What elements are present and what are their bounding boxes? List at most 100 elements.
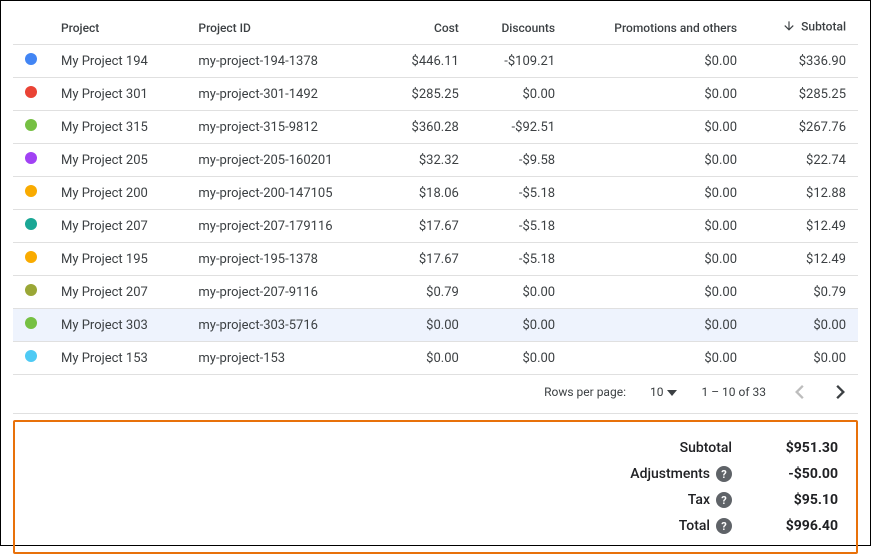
subtotal-cell: $22.74 [749, 144, 858, 177]
project-id-cell: my-project-315-9812 [186, 111, 382, 144]
project-cell: My Project 153 [49, 342, 186, 375]
col-promotions[interactable]: Promotions and others [567, 11, 749, 45]
cost-cell: $17.67 [382, 210, 470, 243]
table-row[interactable]: My Project 303my-project-303-5716$0.00$0… [13, 309, 858, 342]
promotions-cell: $0.00 [567, 144, 749, 177]
subtotal-cell: $0.00 [749, 342, 858, 375]
rows-per-page-label: Rows per page: [544, 385, 626, 399]
discounts-cell: -$92.51 [471, 111, 567, 144]
promotions-cell: $0.00 [567, 177, 749, 210]
project-id-cell: my-project-207-179116 [186, 210, 382, 243]
table-row[interactable]: My Project 205my-project-205-160201$32.3… [13, 144, 858, 177]
totals-tax-value: $95.10 [748, 492, 838, 508]
subtotal-cell: $12.49 [749, 243, 858, 276]
totals-tax-label: Tax [688, 492, 710, 508]
discounts-cell: -$5.18 [471, 177, 567, 210]
totals-adjustments-row: Adjustments ? -$50.00 [538, 466, 838, 482]
promotions-cell: $0.00 [567, 309, 749, 342]
table-row[interactable]: My Project 153my-project-153$0.00$0.00$0… [13, 342, 858, 375]
project-cell: My Project 195 [49, 243, 186, 276]
color-dot-cell [13, 111, 49, 144]
totals-total-value: $996.40 [748, 518, 838, 534]
color-dot [25, 53, 37, 65]
discounts-cell: $0.00 [471, 309, 567, 342]
discounts-cell: $0.00 [471, 78, 567, 111]
cost-cell: $18.06 [382, 177, 470, 210]
table-row[interactable]: My Project 315my-project-315-9812$360.28… [13, 111, 858, 144]
color-dot-cell [13, 177, 49, 210]
totals-subtotal-value: $951.30 [748, 440, 838, 456]
discounts-cell: $0.00 [471, 276, 567, 309]
prev-page-button[interactable] [790, 383, 808, 401]
table-row[interactable]: My Project 207my-project-207-179116$17.6… [13, 210, 858, 243]
help-icon[interactable]: ? [716, 492, 732, 508]
subtotal-cell: $267.76 [749, 111, 858, 144]
subtotal-cell: $0.00 [749, 309, 858, 342]
table-row[interactable]: My Project 207my-project-207-9116 $0.79 $0… [13, 276, 858, 309]
cost-cell: $360.28 [382, 111, 470, 144]
cost-cell: $0.00 [382, 342, 470, 375]
table-row[interactable]: My Project 301my-project-301-1492$285.25… [13, 78, 858, 111]
cost-cell: $0.00 [382, 309, 470, 342]
project-cell: My Project 194 [49, 45, 186, 78]
project-id-cell: my-project-194-1378 [186, 45, 382, 78]
project-id-cell: my-project-207-9116 [186, 276, 382, 309]
next-page-button[interactable] [832, 383, 850, 401]
color-dot-cell [13, 243, 49, 276]
table-row[interactable]: My Project 194my-project-194-1378$446.11… [13, 45, 858, 78]
promotions-cell: $0.00 [567, 45, 749, 78]
col-cost[interactable]: Cost [382, 11, 470, 45]
discounts-cell: $0.00 [471, 342, 567, 375]
color-dot-cell [13, 276, 49, 309]
project-id-cell: my-project-153 [186, 342, 382, 375]
subtotal-cell: $12.88 [749, 177, 858, 210]
caret-down-icon [667, 385, 677, 399]
project-cell: My Project 200 [49, 177, 186, 210]
col-subtotal-label: Subtotal [801, 20, 846, 34]
cost-cell: $32.32 [382, 144, 470, 177]
totals-total-label: Total [679, 518, 710, 534]
color-dot [25, 218, 37, 230]
promotions-cell: $0.00 [567, 243, 749, 276]
pagination-bar: Rows per page: 10 1 – 10 of 33 [13, 375, 858, 414]
totals-adjustments-value: -$50.00 [748, 466, 838, 482]
subtotal-cell: $285.25 [749, 78, 858, 111]
table-row[interactable]: My Project 200my-project-200-147105$18.0… [13, 177, 858, 210]
pagination-range: 1 – 10 of 33 [701, 385, 766, 399]
project-id-cell: my-project-205-160201 [186, 144, 382, 177]
project-cell: My Project 205 [49, 144, 186, 177]
subtotal-cell: $336.90 [749, 45, 858, 78]
color-dot-cell [13, 45, 49, 78]
help-icon[interactable]: ? [716, 466, 732, 482]
cost-cell: $285.25 [382, 78, 470, 111]
project-id-cell: my-project-303-5716 [186, 309, 382, 342]
totals-total-row: Total ? $996.40 [538, 518, 838, 534]
billing-table-container: Project Project ID Cost Discounts Promot… [0, 0, 871, 546]
totals-adjustments-label: Adjustments [630, 466, 710, 482]
rows-per-page-select[interactable]: 10 [650, 385, 678, 399]
rows-per-page-value: 10 [650, 385, 664, 399]
promotions-cell: $0.00 [567, 78, 749, 111]
cost-cell: $17.67 [382, 243, 470, 276]
project-cell: My Project 301 [49, 78, 186, 111]
table-row[interactable]: My Project 195my-project-195-1378$17.67-… [13, 243, 858, 276]
table-header-row: Project Project ID Cost Discounts Promot… [13, 11, 858, 45]
project-id-cell: my-project-301-1492 [186, 78, 382, 111]
col-subtotal[interactable]: Subtotal [749, 11, 858, 45]
col-discounts[interactable]: Discounts [471, 11, 567, 45]
color-dot-cell [13, 342, 49, 375]
color-dot [25, 86, 37, 98]
arrow-down-icon [782, 19, 796, 36]
subtotal-cell: $0.79 [749, 276, 858, 309]
col-project-id[interactable]: Project ID [186, 11, 382, 45]
project-id-cell: my-project-200-147105 [186, 177, 382, 210]
totals-summary: Subtotal $951.30 Adjustments ? -$50.00 T… [13, 420, 858, 554]
col-project[interactable]: Project [49, 11, 186, 45]
totals-subtotal-label: Subtotal [680, 440, 732, 456]
promotions-cell: $0.00 [567, 342, 749, 375]
project-id-cell: my-project-195-1378 [186, 243, 382, 276]
color-dot [25, 152, 37, 164]
help-icon[interactable]: ? [716, 518, 732, 534]
color-dot-cell [13, 78, 49, 111]
project-cell: My Project 207 [49, 276, 186, 309]
